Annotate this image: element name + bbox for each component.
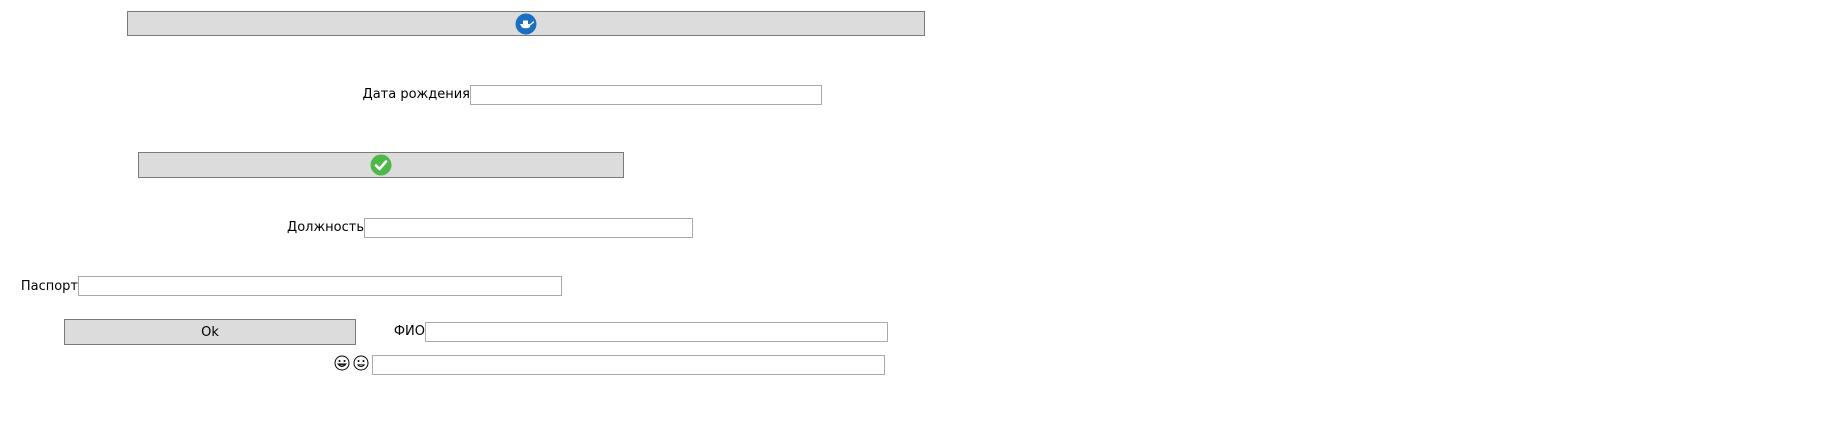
emoji-field[interactable] bbox=[372, 355, 885, 375]
passport-field[interactable] bbox=[78, 276, 562, 296]
ok-button[interactable]: Ok bbox=[64, 319, 356, 345]
confirm-icon-button[interactable] bbox=[138, 152, 624, 178]
top-icon-button[interactable] bbox=[127, 11, 925, 36]
smiling-face-icon bbox=[353, 355, 369, 375]
boat-icon bbox=[515, 13, 537, 35]
position-label: Должность bbox=[287, 220, 364, 235]
ok-button-label: Ok bbox=[201, 324, 219, 340]
grinning-face-icon bbox=[334, 355, 350, 375]
birth-date-field[interactable] bbox=[470, 85, 822, 105]
full-name-field[interactable] bbox=[425, 322, 888, 342]
birth-date-label: Дата рождения bbox=[362, 87, 470, 102]
emoji-label bbox=[334, 355, 369, 375]
checkmark-circle-icon bbox=[370, 154, 392, 176]
position-field[interactable] bbox=[364, 218, 693, 238]
passport-label: Паспорт bbox=[20, 279, 78, 294]
full-name-label: ФИО bbox=[393, 324, 425, 339]
